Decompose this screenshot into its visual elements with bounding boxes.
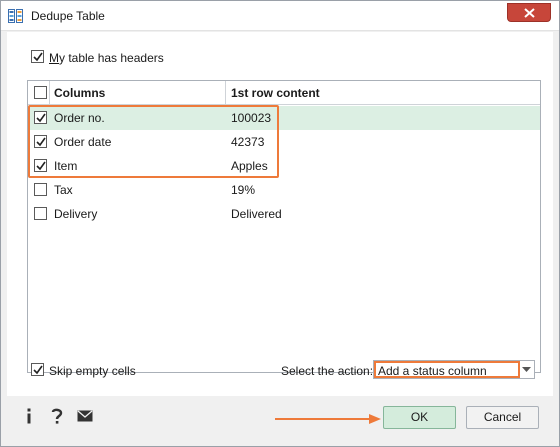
row-column-name: Item bbox=[54, 159, 78, 173]
table-row[interactable]: Order date 42373 bbox=[28, 130, 540, 154]
dedupe-table-dialog: Dedupe Table My table has headers Column… bbox=[0, 0, 560, 447]
select-all-checkbox[interactable] bbox=[34, 86, 47, 99]
column-divider bbox=[225, 81, 226, 105]
info-icon[interactable] bbox=[25, 408, 33, 424]
action-select-value: Add a status column bbox=[378, 364, 487, 378]
dropdown-arrow-icon[interactable] bbox=[522, 367, 531, 373]
table-row[interactable]: Delivery Delivered bbox=[28, 202, 540, 226]
column-divider bbox=[49, 81, 50, 105]
row-column-name: Delivery bbox=[54, 207, 98, 221]
table-header: Columns 1st row content bbox=[28, 81, 540, 105]
row-checkbox[interactable] bbox=[34, 135, 47, 148]
checkmark-icon bbox=[33, 52, 43, 62]
help-icon[interactable] bbox=[51, 408, 63, 424]
table-row[interactable]: Order no. 100023 bbox=[28, 106, 540, 130]
arrow-pointer-icon bbox=[275, 414, 381, 424]
row-content: 100023 bbox=[231, 111, 272, 125]
row-content: Delivered bbox=[231, 207, 282, 221]
row-content: 19% bbox=[231, 183, 256, 197]
action-select[interactable]: Add a status column bbox=[373, 360, 535, 379]
row-checkbox[interactable] bbox=[34, 207, 47, 220]
close-button[interactable] bbox=[507, 3, 551, 22]
close-icon bbox=[524, 8, 535, 18]
row-column-name: Tax bbox=[54, 183, 73, 197]
row-checkbox[interactable] bbox=[34, 159, 47, 172]
dedupe-table-icon bbox=[8, 9, 23, 23]
columns-table: Columns 1st row content Order no. 100023… bbox=[27, 80, 541, 373]
checkmark-icon bbox=[36, 113, 46, 123]
dialog-footer: OK Cancel bbox=[7, 396, 553, 441]
row-column-name: Order date bbox=[54, 135, 112, 149]
cancel-button[interactable]: Cancel bbox=[466, 406, 539, 429]
headers-label-text: y table has headers bbox=[59, 51, 164, 65]
window-title: Dedupe Table bbox=[31, 9, 105, 23]
skip-empty-label[interactable]: Skip empty cells bbox=[49, 364, 136, 378]
table-row[interactable]: Item Apples bbox=[28, 154, 540, 178]
row-column-name: Order no. bbox=[54, 111, 105, 125]
checkmark-icon bbox=[36, 137, 46, 147]
skip-empty-checkbox[interactable] bbox=[31, 363, 44, 376]
headers-label-mnemonic: M bbox=[49, 51, 59, 65]
title-bar[interactable]: Dedupe Table bbox=[1, 1, 559, 31]
ok-button[interactable]: OK bbox=[383, 406, 456, 429]
column-header-first-row[interactable]: 1st row content bbox=[231, 86, 320, 100]
action-label: Select the action: bbox=[281, 364, 374, 378]
row-checkbox[interactable] bbox=[34, 111, 47, 124]
dialog-body: My table has headers Columns 1st row con… bbox=[7, 32, 553, 396]
checkmark-icon bbox=[33, 365, 43, 375]
row-content: 42373 bbox=[231, 135, 265, 149]
headers-checkbox-label[interactable]: My table has headers bbox=[49, 51, 164, 65]
row-checkbox[interactable] bbox=[34, 183, 47, 196]
row-content: Apples bbox=[231, 159, 268, 173]
headers-checkbox[interactable] bbox=[31, 50, 44, 63]
column-header-columns[interactable]: Columns bbox=[54, 86, 105, 100]
mail-icon[interactable] bbox=[77, 410, 93, 422]
table-row[interactable]: Tax 19% bbox=[28, 178, 540, 202]
action-select-value-box: Add a status column bbox=[374, 361, 520, 378]
checkmark-icon bbox=[36, 161, 46, 171]
